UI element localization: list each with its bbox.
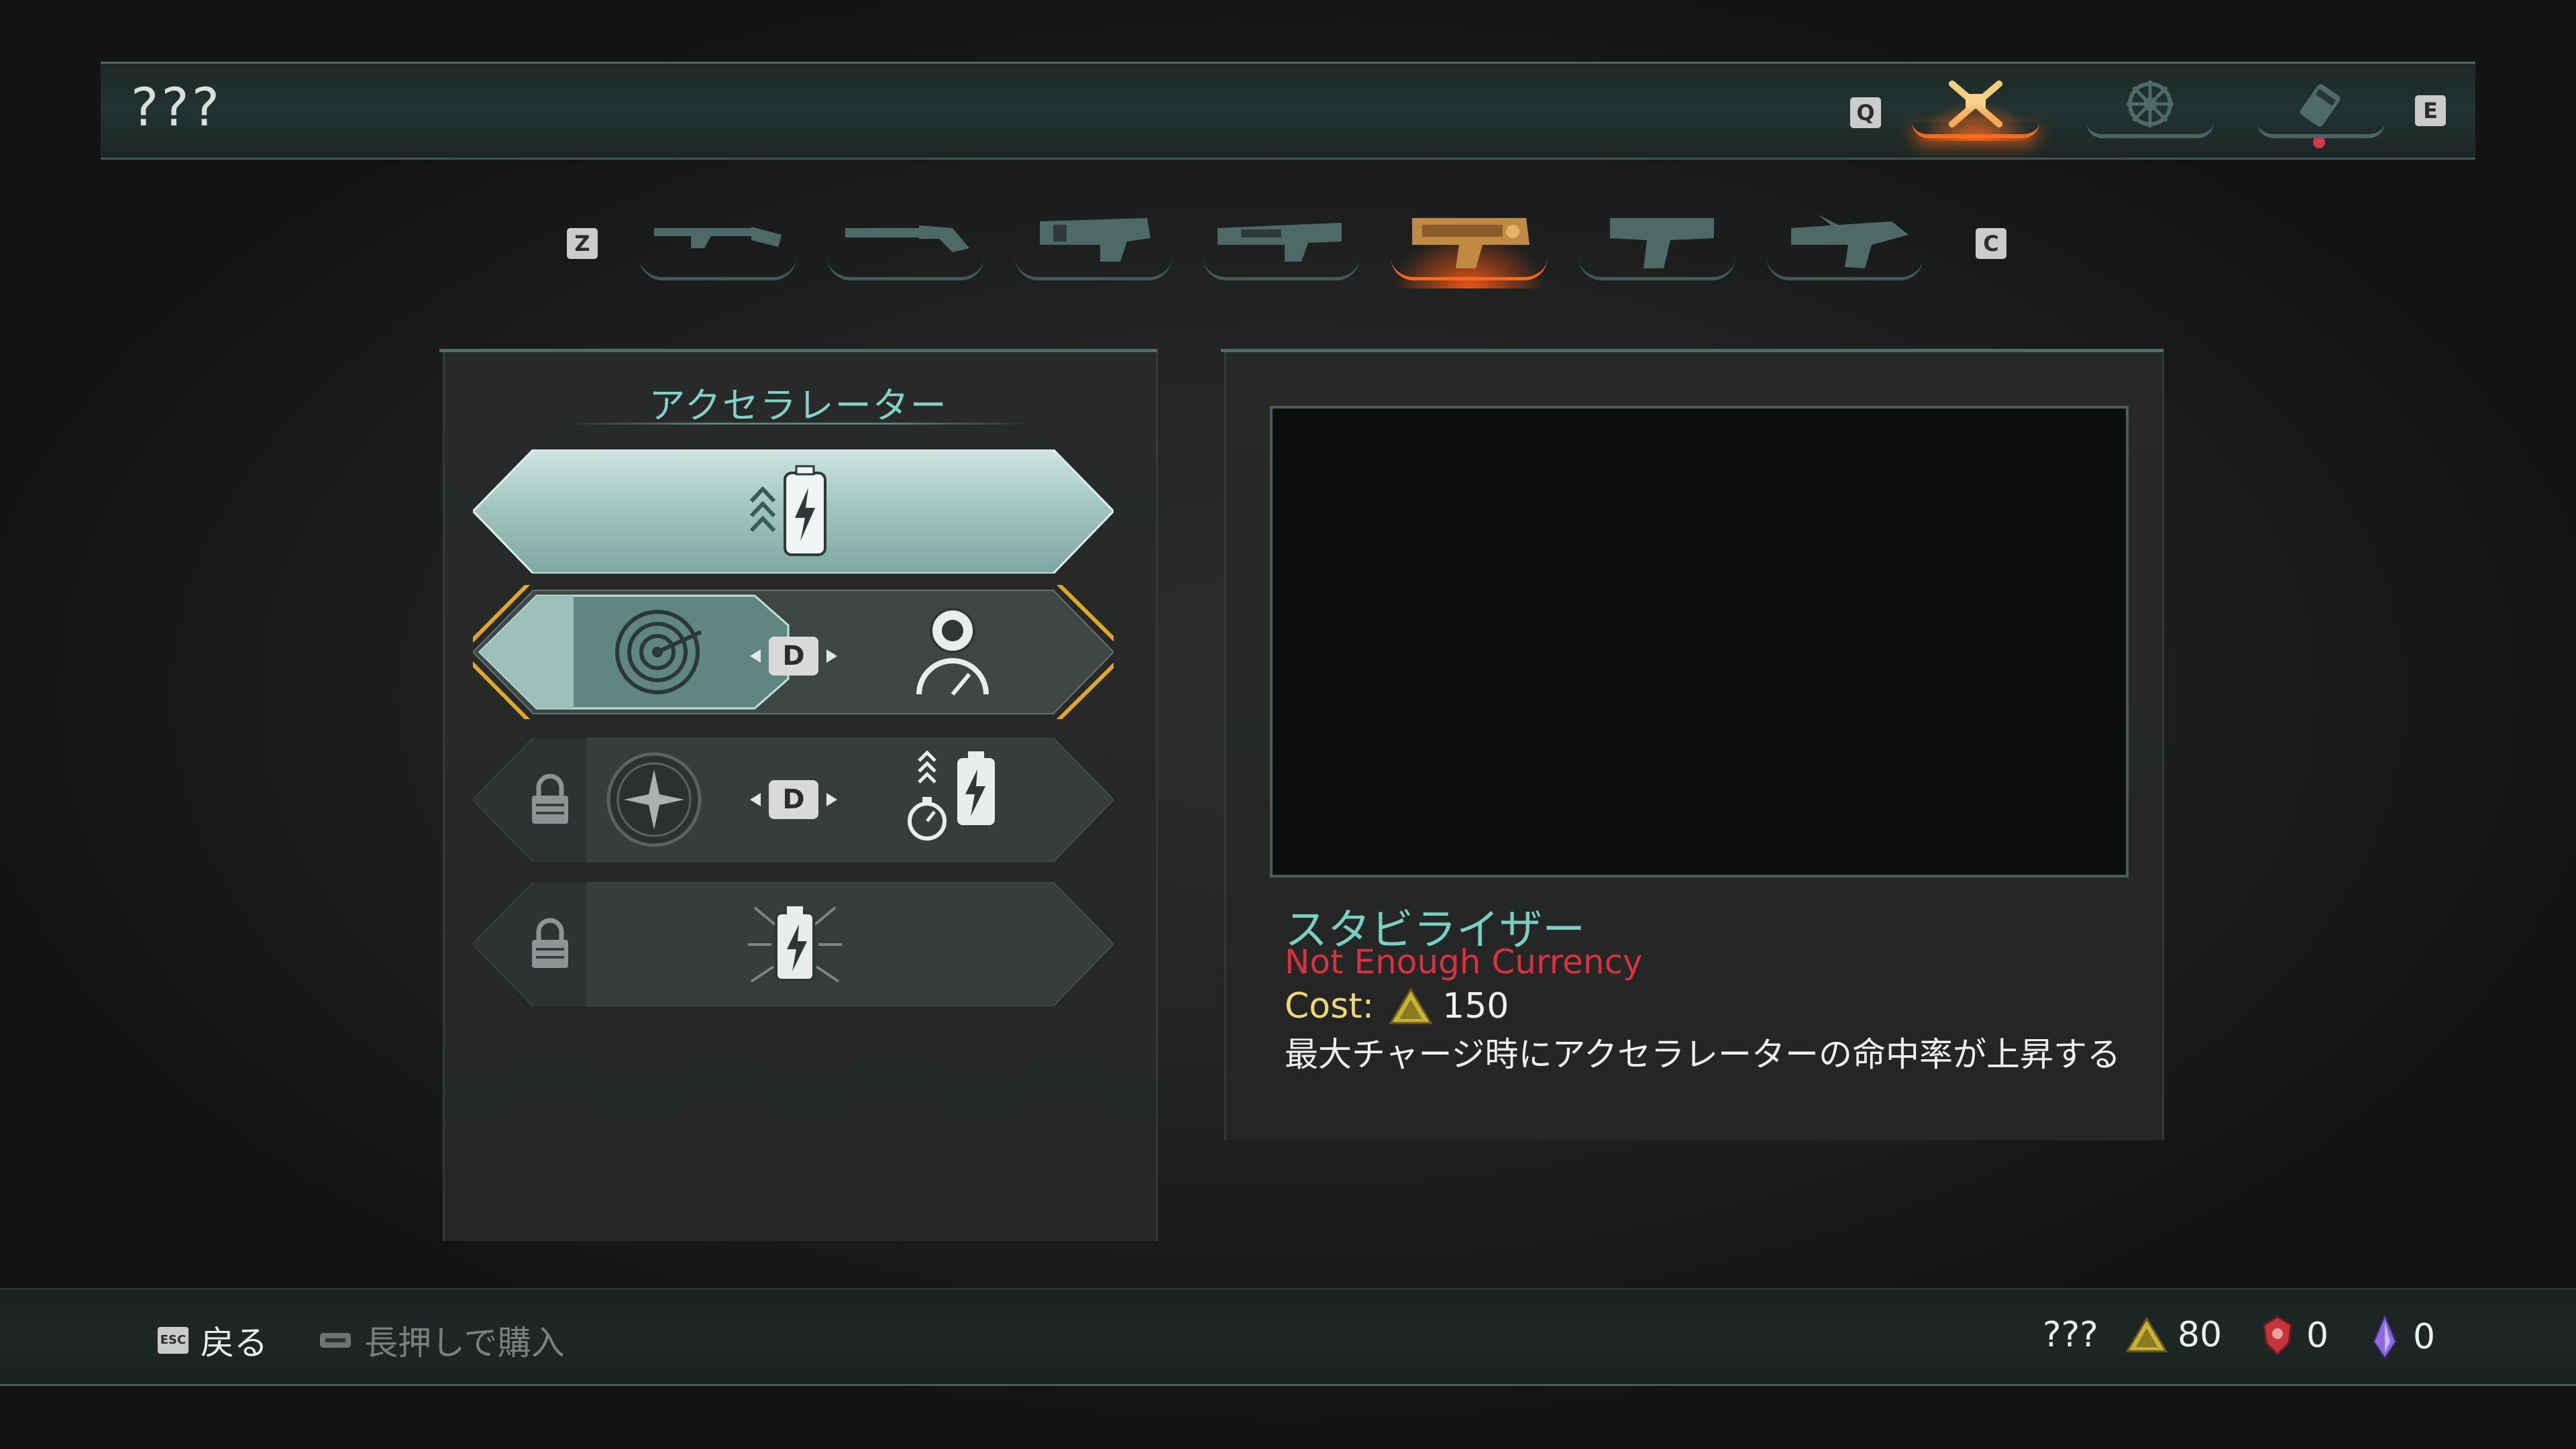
switch-choice[interactable]: D	[750, 776, 837, 823]
accelerator-gun-icon	[1412, 218, 1529, 268]
purple-amount: 0	[2413, 1317, 2436, 1357]
gold-triangle-coin-icon	[2125, 1316, 2168, 1352]
choice-key: D	[782, 784, 805, 815]
prev-weapon-key[interactable]: Z	[567, 228, 598, 259]
panel-top-border	[1221, 349, 2163, 352]
cost-value: 150	[1442, 986, 1509, 1026]
revolver-icon	[845, 225, 969, 252]
next-category-key[interactable]: E	[2415, 95, 2446, 126]
upgrade-row-owned[interactable]	[473, 449, 1114, 574]
back-hint[interactable]: ESC 戻る	[158, 1316, 268, 1364]
buy-hint[interactable]: 長押しで購入	[319, 1316, 565, 1364]
currency-label: ???	[2043, 1315, 2098, 1355]
tab-items[interactable]	[2251, 67, 2392, 148]
cost-label: Cost:	[1285, 986, 1375, 1026]
blaster-icon	[1791, 215, 1909, 268]
assault-rifle-icon	[1218, 223, 1342, 262]
heavy-rifle-icon	[1040, 218, 1150, 262]
prev-category-key[interactable]: Q	[1850, 97, 1881, 128]
buy-label: 長押しで購入	[364, 1324, 565, 1362]
overcharge-battery-icon	[748, 906, 842, 983]
cost-row: Cost: 150	[1285, 986, 1509, 1026]
currency-purple: 0	[2371, 1315, 2435, 1359]
weapon-tab-assault-rifle[interactable]	[1197, 195, 1365, 295]
back-label: 戻る	[201, 1324, 268, 1362]
panel-top-border	[439, 349, 1157, 352]
preview-video	[1270, 406, 2129, 877]
purple-crystal-icon	[2373, 1315, 2397, 1359]
currency-title: ???	[2043, 1315, 2098, 1355]
upgrade-row-selected[interactable]: D	[473, 585, 1114, 719]
page-title: ???	[131, 78, 223, 138]
pistol-icon	[1610, 218, 1714, 268]
upgrade-description: 最大チャージ時にアクセラレーターの命中率が上昇する	[1285, 1035, 2121, 1074]
weapon-tab-blaster[interactable]	[1761, 195, 1929, 295]
gold-amount: 80	[2178, 1315, 2222, 1355]
esc-key: ESC	[158, 1327, 189, 1354]
tab-mods[interactable]	[2080, 67, 2220, 148]
next-weapon-key[interactable]: C	[1976, 228, 2006, 259]
choice-key: D	[782, 641, 805, 672]
stabilizer-gauge-icon	[916, 608, 989, 696]
target-dart-icon	[615, 610, 702, 694]
lock-icon	[532, 918, 568, 968]
timer-battery-icon	[908, 750, 995, 841]
divider	[564, 423, 1033, 425]
weapon-tab-heavy-rifle[interactable]	[1010, 195, 1177, 295]
hold-key-icon	[320, 1333, 351, 1348]
upgrade-row-locked-2[interactable]	[473, 882, 1114, 1006]
tab-weapons[interactable]	[1905, 67, 2046, 148]
currency-gold: 80	[2125, 1315, 2222, 1355]
currency-warning: Not Enough Currency	[1285, 943, 1643, 981]
shotgun-icon	[654, 227, 782, 248]
red-crest-icon	[2263, 1316, 2292, 1356]
red-amount: 0	[2306, 1316, 2329, 1356]
weapon-tab-revolver[interactable]	[822, 195, 989, 295]
weapon-tab-shotgun[interactable]	[634, 195, 802, 295]
lock-icon	[532, 773, 568, 824]
rocket-icon	[2300, 84, 2341, 148]
switch-choice[interactable]: D	[750, 633, 837, 680]
weapon-tab-pistol[interactable]	[1573, 195, 1741, 295]
weapon-name: アクセラレーター	[649, 384, 948, 427]
currency-red: 0	[2261, 1315, 2328, 1356]
weapon-tab-accelerator[interactable]	[1385, 195, 1553, 295]
gold-triangle-coin-icon	[1389, 987, 1433, 1024]
burst-compass-icon	[606, 752, 702, 847]
charge-battery-up-icon	[749, 465, 826, 556]
upgrade-row-locked-1[interactable]: D	[473, 738, 1114, 862]
